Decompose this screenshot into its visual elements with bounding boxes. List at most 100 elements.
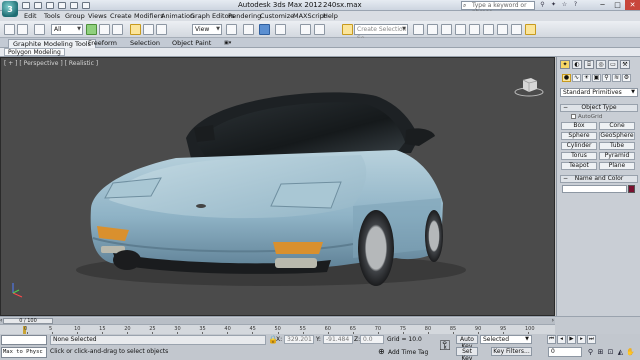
go-to-end-icon[interactable]: ⏭	[587, 335, 596, 344]
render-setup-icon[interactable]	[497, 24, 508, 35]
minimize-button[interactable]: ─	[595, 0, 610, 10]
redo-tool-icon[interactable]	[17, 24, 28, 35]
shapes-icon[interactable]: ∿	[572, 74, 581, 82]
pyramid-button[interactable]: Pyramid	[599, 152, 635, 160]
menu-help[interactable]: Help	[323, 12, 338, 20]
object-type-rollout[interactable]: − Object Type	[560, 104, 638, 112]
next-frame-button-icon[interactable]: ▸	[577, 335, 586, 344]
primitive-category-dropdown[interactable]: Standard Primitives ▼	[560, 88, 638, 97]
menu-modifiers[interactable]: Modifiers	[134, 12, 164, 20]
y-coordinate-field[interactable]: -91.484	[323, 335, 353, 344]
render-production-icon[interactable]	[525, 24, 536, 35]
redo-icon[interactable]	[70, 2, 78, 9]
snaps-toggle-icon[interactable]	[243, 24, 254, 35]
select-and-link-icon[interactable]	[34, 24, 45, 35]
menu-customize[interactable]: Customize	[260, 12, 294, 20]
menu-create[interactable]: Create	[110, 12, 132, 20]
maxscript-listener-top[interactable]	[1, 335, 47, 345]
geosphere-button[interactable]: GeoSphere	[599, 132, 635, 140]
x-coordinate-field[interactable]: 329.201	[284, 335, 314, 344]
cameras-icon[interactable]: ▣	[592, 74, 601, 82]
menu-rendering[interactable]: Rendering	[228, 12, 261, 20]
select-and-rotate-icon[interactable]	[143, 24, 154, 35]
save-file-icon[interactable]	[46, 2, 54, 9]
percent-snap-icon[interactable]	[275, 24, 286, 35]
project-folder-icon[interactable]	[82, 2, 90, 9]
perspective-viewport[interactable]: [ + ] [ Perspective ] [ Realistic ]	[0, 57, 555, 316]
utilities-tab-icon[interactable]: ⚒	[620, 60, 630, 69]
previous-frame-icon[interactable]: ◂	[557, 335, 566, 344]
tab-object-paint[interactable]: Object Paint	[168, 39, 215, 48]
autogrid-checkbox[interactable]: AutoGrid	[571, 114, 602, 120]
hierarchy-tab-icon[interactable]: ⌸	[584, 60, 594, 69]
car-model-render[interactable]	[1, 58, 554, 315]
key-mode-dropdown[interactable]: Selected ▼	[480, 335, 532, 344]
menu-maxscript[interactable]: MAXScript	[293, 12, 326, 20]
motion-tab-icon[interactable]: ◎	[596, 60, 606, 69]
subscription-center-icon[interactable]: ✦	[549, 1, 558, 9]
helpers-icon[interactable]: ⚲	[602, 74, 611, 82]
cone-button[interactable]: Cone	[599, 122, 635, 130]
geometry-icon[interactable]: ●	[562, 74, 571, 82]
select-by-name-icon[interactable]	[99, 24, 110, 35]
object-color-swatch[interactable]	[628, 185, 635, 193]
zoom-extents-icon[interactable]: ⊡	[606, 347, 615, 357]
set-key-icon[interactable]: ⚿	[437, 336, 453, 356]
undo-tool-icon[interactable]	[4, 24, 15, 35]
mirror-icon[interactable]	[314, 24, 325, 35]
menu-edit[interactable]: Edit	[24, 12, 37, 20]
create-tab-icon[interactable]: ✦	[560, 60, 570, 69]
select-and-scale-icon[interactable]	[156, 24, 167, 35]
reference-coordinate-dropdown[interactable]: View ▼	[192, 24, 222, 35]
teapot-button[interactable]: Teapot	[561, 162, 597, 170]
tube-button[interactable]: Tube	[599, 142, 635, 150]
close-button[interactable]: ✕	[625, 0, 640, 10]
cylinder-button[interactable]: Cylinder	[561, 142, 597, 150]
space-warps-icon[interactable]: ≋	[612, 74, 621, 82]
binoculars-icon[interactable]: ⚲	[538, 1, 547, 9]
go-to-start-icon[interactable]: ⏮	[547, 335, 556, 344]
polygon-modeling-panel[interactable]: Polygon Modeling	[4, 48, 65, 56]
systems-icon[interactable]: ⚙	[622, 74, 631, 82]
schematic-view-icon[interactable]	[469, 24, 480, 35]
zoom-all-icon[interactable]: ⊞	[596, 347, 605, 357]
tab-selection[interactable]: Selection	[126, 39, 164, 48]
curve-editor-icon[interactable]	[455, 24, 466, 35]
select-object-icon[interactable]	[86, 24, 97, 35]
undo-icon[interactable]	[58, 2, 66, 9]
tab-graphite-modeling-tools[interactable]: Graphite Modeling Tools	[8, 39, 97, 48]
menu-group[interactable]: Group	[65, 12, 85, 20]
new-file-icon[interactable]	[22, 2, 30, 9]
angle-snap-icon[interactable]	[259, 24, 270, 35]
layer-manager-icon[interactable]	[427, 24, 438, 35]
menu-tools[interactable]: Tools	[44, 12, 60, 20]
auto-key-button[interactable]: Auto Key	[456, 335, 478, 350]
play-icon[interactable]: ▶	[567, 335, 576, 344]
plane-button[interactable]: Plane	[599, 162, 635, 170]
name-and-color-rollout[interactable]: − Name and Color	[560, 175, 638, 183]
app-logo-icon[interactable]: 3	[2, 1, 18, 17]
open-file-icon[interactable]	[34, 2, 42, 9]
object-name-input[interactable]	[562, 185, 627, 193]
tab-freeform[interactable]: Freeform	[84, 39, 121, 48]
add-time-tag-button[interactable]: Add Time Tag	[388, 349, 428, 356]
box-button[interactable]: Box	[561, 122, 597, 130]
named-selection-input[interactable]: Create Selection Se ▼	[354, 24, 408, 42]
select-and-move-icon[interactable]	[130, 24, 141, 35]
modify-tab-icon[interactable]: ◐	[572, 60, 582, 69]
z-coordinate-field[interactable]: 0.0	[360, 335, 384, 344]
field-of-view-icon[interactable]: ◭	[616, 347, 625, 357]
current-frame-field[interactable]: 0	[548, 347, 582, 357]
favorites-star-icon[interactable]: ☆	[560, 1, 569, 9]
lights-icon[interactable]: ☀	[582, 74, 591, 82]
help-question-icon[interactable]: ?	[571, 1, 580, 9]
set-key-button[interactable]: Set Key	[456, 347, 478, 360]
sphere-button[interactable]: Sphere	[561, 132, 597, 140]
selection-filter-dropdown[interactable]: All ▼	[51, 24, 83, 35]
maxscript-listener-input[interactable]: Max to Physc	[1, 347, 47, 358]
ribbon-options-icon[interactable]: ▣▾	[220, 39, 235, 48]
menu-views[interactable]: Views	[88, 12, 107, 20]
key-filters-button[interactable]: Key Filters...	[491, 347, 532, 356]
align-icon[interactable]	[413, 24, 424, 35]
zoom-icon[interactable]: ⚲	[586, 347, 595, 357]
